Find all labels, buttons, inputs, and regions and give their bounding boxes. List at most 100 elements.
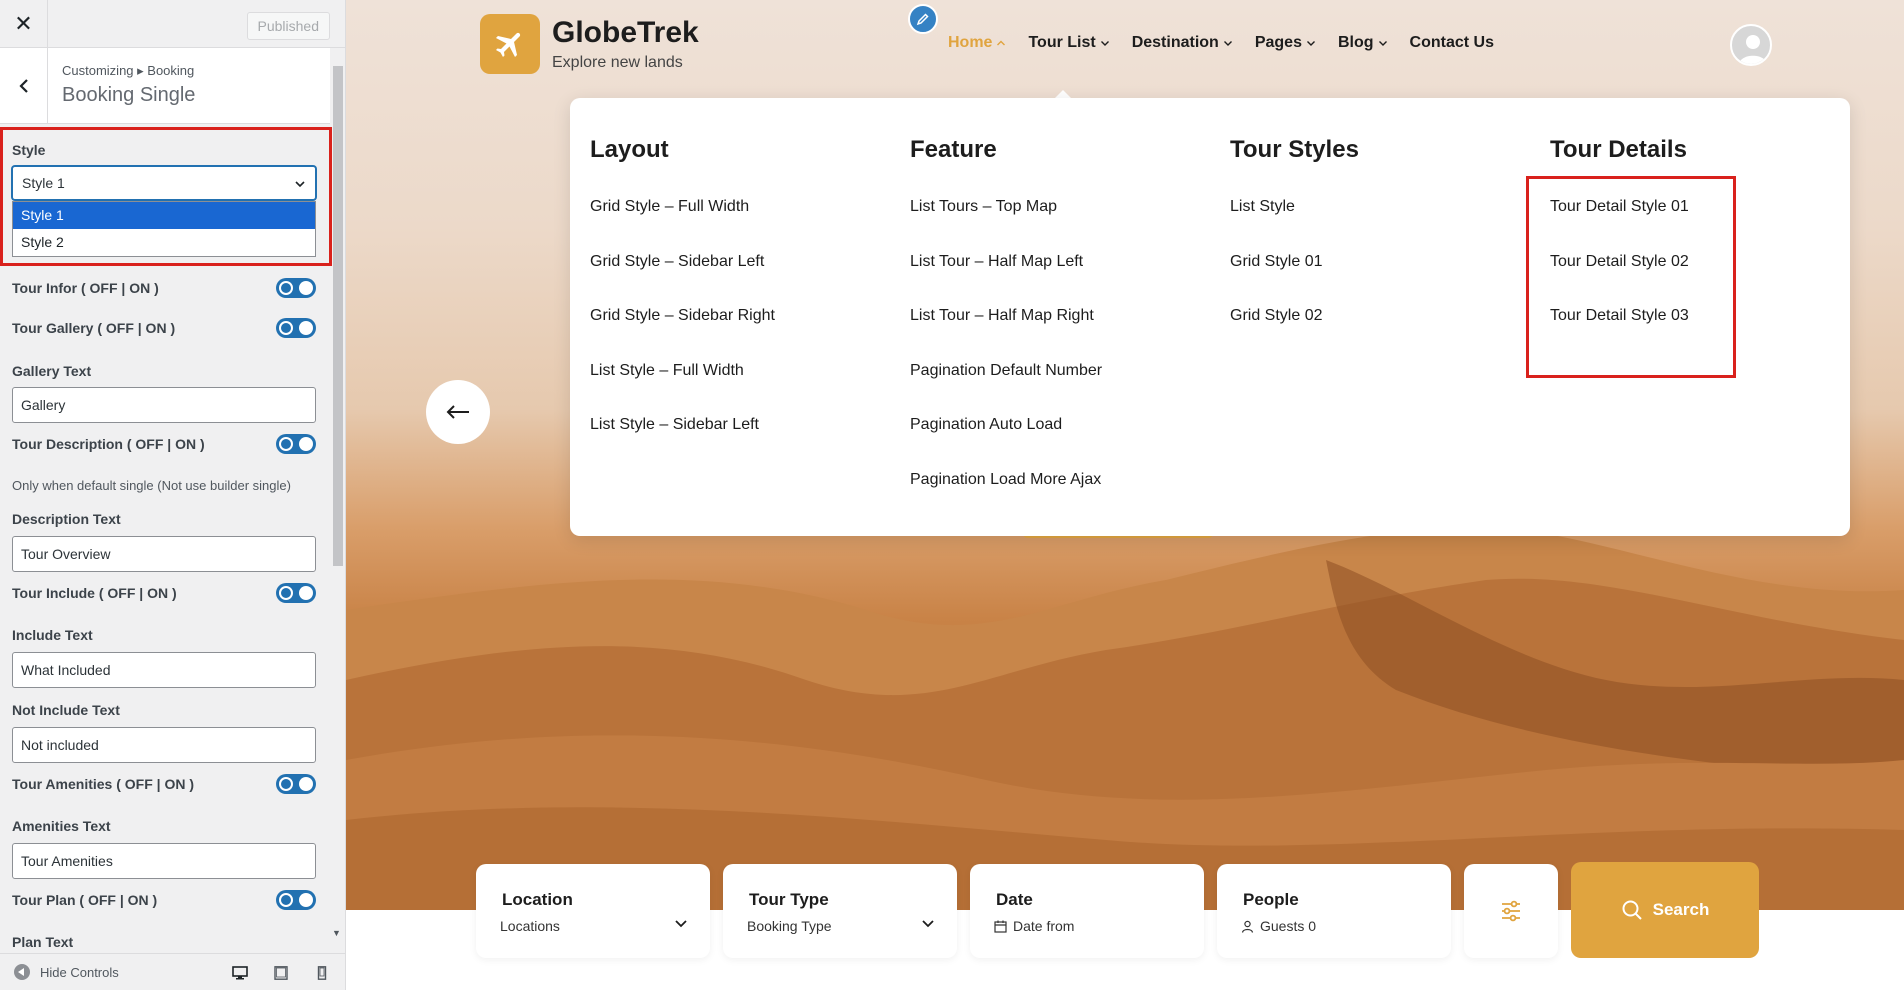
- nav-tour-list-label: Tour List: [1028, 34, 1096, 51]
- chevron-down-icon: [1100, 41, 1109, 46]
- mobile-preview-icon[interactable]: [314, 966, 330, 980]
- back-button[interactable]: [0, 48, 48, 124]
- location-value: Locations: [500, 918, 560, 934]
- tour-gallery-toggle[interactable]: [276, 318, 316, 338]
- mega-menu-item[interactable]: Grid Style – Sidebar Left: [590, 253, 775, 308]
- chevron-down-icon: [675, 920, 687, 928]
- nav-tour-list[interactable]: Tour List: [1028, 34, 1109, 52]
- section-title: Booking Single: [62, 84, 196, 106]
- tour-amenities-label: Tour Amenities ( OFF | ON ): [12, 776, 195, 792]
- site-preview: GlobeTrek Explore new lands Home Tour Li…: [346, 0, 1904, 990]
- search-button-label: Search: [1652, 900, 1710, 919]
- mega-menu-item[interactable]: Pagination Auto Load: [910, 416, 1102, 471]
- mega-col-title: Tour Details: [1550, 136, 1687, 163]
- mega-col-layout: Layout Grid Style – Full Width Grid Styl…: [590, 136, 775, 471]
- mega-col-title: Tour Styles: [1230, 136, 1359, 163]
- location-field[interactable]: Location Locations: [476, 864, 710, 958]
- tour-amenities-toggle[interactable]: [276, 774, 316, 794]
- amenities-text-input[interactable]: Tour Amenities: [12, 843, 316, 879]
- include-text-input[interactable]: What Included: [12, 652, 316, 688]
- nav-pages[interactable]: Pages: [1255, 34, 1316, 52]
- nav-contact-us[interactable]: Contact Us: [1410, 34, 1494, 52]
- gallery-text-input[interactable]: Gallery: [12, 387, 316, 423]
- tour-plan-toggle[interactable]: [276, 890, 316, 910]
- section-header: Customizing ▸ Booking Booking Single: [0, 48, 330, 124]
- sliders-icon: [1502, 900, 1520, 922]
- customizer-sidebar: ✕ Published Customizing ▸ Booking Bookin…: [0, 0, 346, 990]
- user-icon: [1241, 920, 1254, 933]
- arrow-left-icon: [446, 405, 469, 419]
- tour-include-row: Tour Include ( OFF | ON ): [12, 581, 316, 605]
- mega-menu-item[interactable]: Pagination Default Number: [910, 362, 1102, 417]
- nav-pages-label: Pages: [1254, 34, 1302, 51]
- airplane-icon: [495, 32, 521, 58]
- mega-menu: Layout Grid Style – Full Width Grid Styl…: [570, 98, 1850, 536]
- people-title: People: [1243, 890, 1299, 909]
- mega-menu-item[interactable]: Pagination Load More Ajax: [910, 471, 1102, 526]
- chevron-up-icon: [997, 40, 1006, 46]
- nav-contact-us-label: Contact Us: [1409, 34, 1494, 51]
- logo-name[interactable]: GlobeTrek: [552, 16, 699, 50]
- slider-prev-button[interactable]: [426, 380, 490, 444]
- date-value: Date from: [994, 918, 1074, 934]
- mega-col-feature: Feature List Tours – Top Map List Tour –…: [910, 136, 1102, 525]
- people-value: Guests 0: [1241, 918, 1316, 934]
- close-icon[interactable]: ✕: [0, 0, 48, 48]
- mega-menu-item[interactable]: Grid Style – Sidebar Right: [590, 307, 775, 362]
- tour-description-row: Tour Description ( OFF | ON ): [12, 432, 316, 456]
- nav-blog[interactable]: Blog: [1338, 34, 1388, 52]
- mega-menu-item[interactable]: List Style: [1230, 198, 1359, 253]
- mega-menu-item[interactable]: List Tour – Half Map Left: [910, 253, 1102, 308]
- nav-destination[interactable]: Destination: [1132, 34, 1233, 52]
- tour-type-title: Tour Type: [749, 890, 829, 909]
- hide-controls-button[interactable]: Hide Controls: [14, 964, 119, 980]
- mega-menu-item-label: Pagination Load More Ajax: [910, 470, 1102, 488]
- not-include-text-input[interactable]: Not included: [12, 727, 316, 763]
- tour-infor-toggle[interactable]: [276, 278, 316, 298]
- tour-details-highlight-box: [1526, 176, 1736, 378]
- mega-menu-item-label: List Tour – Half Map Left: [910, 252, 1084, 270]
- published-button[interactable]: Published: [246, 12, 330, 40]
- nav-home[interactable]: Home: [948, 34, 1006, 52]
- scrollbar-thumb[interactable]: [333, 66, 343, 566]
- filter-button[interactable]: [1464, 864, 1558, 958]
- nav-home-label: Home: [948, 34, 993, 51]
- tour-include-label: Tour Include ( OFF | ON ): [12, 585, 177, 601]
- tablet-preview-icon[interactable]: [273, 966, 289, 980]
- desktop-preview-icon[interactable]: [232, 966, 248, 980]
- mega-menu-item-label: List Tours – Top Map: [910, 198, 1058, 215]
- search-icon: [1622, 900, 1642, 920]
- mega-menu-item[interactable]: Grid Style 02: [1230, 307, 1359, 362]
- mega-col-title: Layout: [590, 136, 669, 163]
- tour-description-toggle[interactable]: [276, 434, 316, 454]
- mega-menu-item[interactable]: List Style – Sidebar Left: [590, 416, 775, 471]
- mega-menu-item[interactable]: List Style – Full Width: [590, 362, 775, 417]
- mega-menu-item[interactable]: List Tours – Top Map: [910, 198, 1102, 253]
- mega-menu-item-label: Grid Style – Sidebar Left: [590, 252, 765, 270]
- chevron-down-icon: [1378, 41, 1387, 46]
- edit-shortcut-pencil-icon[interactable]: [908, 4, 938, 34]
- tour-type-value-text: Booking Type: [747, 918, 832, 934]
- hide-controls-label: Hide Controls: [40, 964, 119, 980]
- search-button[interactable]: Search: [1571, 862, 1759, 958]
- tour-include-toggle[interactable]: [276, 583, 316, 603]
- date-field[interactable]: Date Date from: [970, 864, 1204, 958]
- logo-badge[interactable]: [480, 14, 540, 74]
- tour-type-field[interactable]: Tour Type Booking Type: [723, 864, 957, 958]
- desert-dunes-image: [346, 527, 1904, 910]
- tour-gallery-row: Tour Gallery ( OFF | ON ): [12, 316, 316, 340]
- chevron-down-icon: [922, 920, 934, 928]
- description-text-input[interactable]: Tour Overview: [12, 536, 316, 572]
- mega-menu-item-label: List Style – Full Width: [590, 361, 744, 379]
- collapse-icon: [14, 964, 30, 980]
- tour-infor-row: Tour Infor ( OFF | ON ): [12, 276, 316, 300]
- calendar-icon: [994, 920, 1007, 933]
- scroll-down-arrow-icon[interactable]: ▼: [332, 928, 341, 938]
- mega-menu-item[interactable]: Grid Style – Full Width: [590, 198, 775, 253]
- user-avatar-icon[interactable]: [1730, 24, 1772, 66]
- location-value-text: Locations: [500, 918, 560, 934]
- mega-menu-item[interactable]: List Tour – Half Map Right: [910, 307, 1102, 362]
- customizer-header-bar: ✕ Published: [0, 0, 345, 48]
- people-field[interactable]: People Guests 0: [1217, 864, 1451, 958]
- mega-menu-item[interactable]: Grid Style 01: [1230, 253, 1359, 308]
